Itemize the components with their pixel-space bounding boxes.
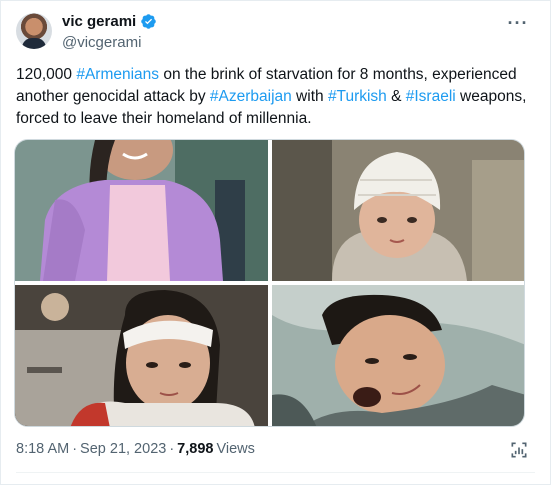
tweet-text: 120,000 #Armenians on the brink of starv…: [16, 64, 536, 130]
meta-separator: ·: [169, 441, 175, 457]
hashtag-link[interactable]: #Armenians: [76, 66, 159, 83]
author-name-row: vic gerami: [62, 13, 157, 30]
hashtag-link[interactable]: #Turkish: [328, 88, 387, 105]
avatar-shirt: [22, 38, 46, 49]
tweet-meta: 8:18 AM · Sep 21, 2023 · 7,898 Views: [16, 441, 255, 457]
tweet-time[interactable]: 8:18 AM: [16, 441, 69, 457]
footer-divider: [16, 472, 535, 473]
media-grid: [14, 139, 525, 427]
tweet-date[interactable]: Sep 21, 2023: [80, 441, 166, 457]
hashtag-link[interactable]: #Azerbaijan: [210, 88, 292, 105]
photo-child-bandaged-head: [272, 140, 524, 281]
tweet-text-segment: &: [386, 88, 406, 105]
hashtag-link[interactable]: #Israeli: [406, 88, 456, 105]
meta-separator: ·: [72, 441, 78, 457]
photo-boy-in-blanket: [272, 285, 524, 426]
analytics-icon[interactable]: [509, 440, 529, 460]
media-photo-4[interactable]: [272, 285, 524, 426]
author-handle[interactable]: @vicgerami: [62, 34, 141, 51]
tweet-text-segment: 120,000: [16, 66, 77, 83]
verified-badge-icon: [141, 14, 156, 29]
photo-girl-purple-jacket: [15, 140, 268, 281]
avatar[interactable]: [16, 13, 52, 49]
more-options-button[interactable]: ···: [505, 12, 531, 34]
photo-girl-bandaged-forehead: [15, 285, 268, 426]
media-photo-1[interactable]: [15, 140, 268, 281]
tweet-text-segment: with: [291, 88, 328, 105]
views-count: 7,898: [177, 441, 214, 457]
views-label: Views: [216, 441, 255, 457]
media-photo-2[interactable]: [272, 140, 524, 281]
more-options-icon: ···: [507, 13, 529, 33]
author-display-name[interactable]: vic gerami: [62, 13, 136, 30]
media-photo-3[interactable]: [15, 285, 268, 426]
